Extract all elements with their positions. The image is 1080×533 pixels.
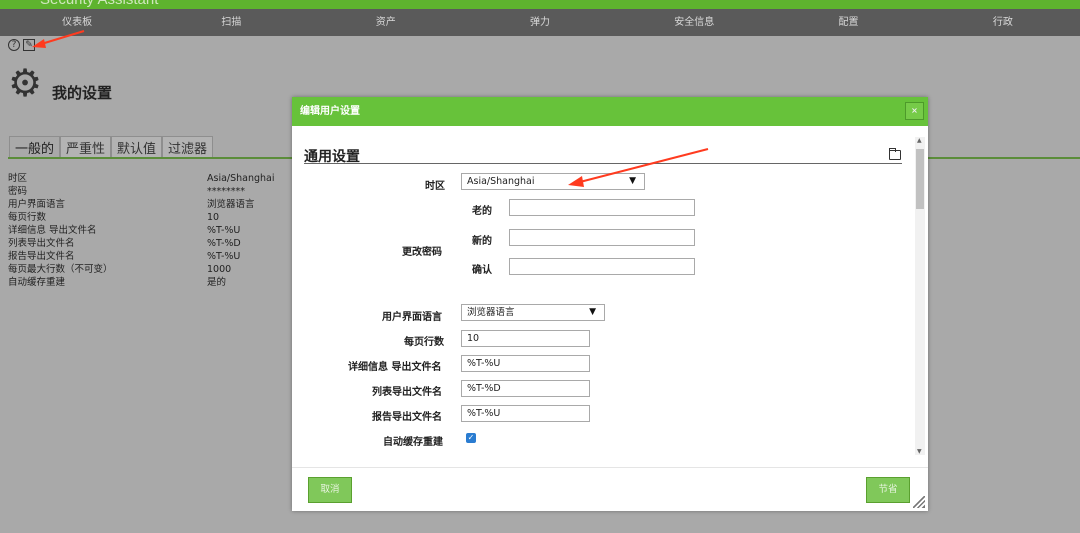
rows-per-page-label: 每页行数: [404, 337, 444, 348]
old-password-label: 老的: [472, 206, 492, 217]
dialog-header: 编辑用户设置 ×: [292, 97, 928, 126]
nav-item-dashboard[interactable]: 仪表板: [0, 9, 154, 36]
main-nav: 仪表板 扫描 资产 弹力 安全信息 配置 行政: [0, 9, 1080, 36]
setting-value: 是的: [207, 277, 227, 288]
setting-value: ********: [207, 186, 245, 197]
timezone-label: 时区: [425, 181, 445, 192]
close-button[interactable]: ×: [905, 102, 924, 120]
brand-name: Security Assistant: [40, 0, 158, 8]
settings-row: 列表导出文件名 %T-%D: [8, 237, 288, 250]
list-export-label: 列表导出文件名: [372, 387, 442, 398]
ui-language-select[interactable]: 浏览器语言 ▼: [461, 304, 605, 321]
auto-cache-label: 自动缓存重建: [383, 437, 443, 448]
dialog-footer: 取消 节省: [292, 467, 928, 511]
tab-severity[interactable]: 严重性: [60, 136, 112, 157]
setting-key: 每页行数: [8, 212, 47, 223]
resize-handle-icon[interactable]: [913, 496, 925, 508]
settings-gear-icon: ⚙: [8, 61, 43, 105]
change-password-label: 更改密码: [402, 247, 442, 258]
setting-key: 自动缓存重建: [8, 277, 66, 288]
nav-item-secinfo[interactable]: 安全信息: [617, 9, 771, 36]
timezone-select[interactable]: Asia/Shanghai ▼: [461, 173, 645, 190]
rows-per-page-input[interactable]: 10: [461, 330, 590, 347]
page-title: 我的设置: [52, 84, 113, 102]
top-band: Security Assistant: [0, 0, 1080, 9]
new-password-label: 新的: [472, 236, 492, 247]
settings-row: 密码 ********: [8, 185, 288, 198]
scroll-down-icon[interactable]: ▼: [917, 448, 922, 455]
old-password-input[interactable]: [509, 199, 695, 216]
edit-icon[interactable]: ✎: [23, 39, 35, 51]
tab-filters[interactable]: 过滤器: [162, 136, 214, 157]
save-button[interactable]: 节省: [866, 477, 910, 503]
settings-row: 用户界面语言 浏览器语言: [8, 198, 288, 211]
setting-value: %T-%U: [207, 225, 241, 236]
details-export-label: 详细信息 导出文件名: [348, 362, 442, 373]
settings-row: 每页行数 10: [8, 211, 288, 224]
auto-cache-checkbox[interactable]: ✓: [466, 433, 476, 443]
dialog-scrollbar[interactable]: ▲ ▼: [915, 137, 925, 455]
ui-language-label: 用户界面语言: [382, 312, 442, 323]
settings-row: 自动缓存重建 是的: [8, 276, 288, 289]
setting-key: 列表导出文件名: [8, 238, 75, 249]
list-export-input[interactable]: %T-%D: [461, 380, 590, 397]
settings-row: 报告导出文件名 %T-%U: [8, 250, 288, 263]
setting-value: %T-%U: [207, 251, 241, 262]
report-export-label: 报告导出文件名: [372, 412, 442, 423]
scroll-up-icon[interactable]: ▲: [917, 137, 922, 144]
tab-defaults[interactable]: 默认值: [111, 136, 163, 157]
scroll-thumb[interactable]: [916, 149, 924, 209]
section-divider: [304, 163, 902, 164]
setting-key: 每页最大行数（不可变）: [8, 264, 113, 275]
help-icon[interactable]: ?: [8, 39, 20, 51]
settings-tabs: 一般的 严重性 默认值 过滤器: [9, 136, 214, 157]
page-toolbar: ? ✎: [8, 39, 35, 51]
timezone-value: Asia/Shanghai: [467, 176, 535, 187]
setting-value: 浏览器语言: [207, 199, 255, 210]
nav-item-scans[interactable]: 扫描: [154, 9, 308, 36]
setting-value: 10: [207, 212, 220, 223]
chevron-down-icon: ▼: [589, 307, 596, 317]
setting-key: 密码: [8, 186, 28, 197]
nav-item-assets[interactable]: 资产: [309, 9, 463, 36]
settings-list: 时区 Asia/Shanghai 密码 ******** 用户界面语言 浏览器语言 每…: [8, 172, 288, 289]
chevron-down-icon: ▼: [629, 176, 636, 186]
confirm-password-label: 确认: [472, 265, 492, 276]
tab-general[interactable]: 一般的: [9, 136, 61, 157]
dialog-content[interactable]: 通用设置 时区 Asia/Shanghai ▼ 更改密码 老的 新的 确认 用户…: [292, 126, 912, 467]
new-password-input[interactable]: [509, 229, 695, 246]
setting-value: Asia/Shanghai: [207, 173, 275, 184]
ui-language-value: 浏览器语言: [467, 307, 515, 318]
setting-key: 详细信息 导出文件名: [8, 225, 97, 236]
setting-key: 时区: [8, 173, 28, 184]
settings-row: 详细信息 导出文件名 %T-%U: [8, 224, 288, 237]
settings-row: 时区 Asia/Shanghai: [8, 172, 288, 185]
folder-icon[interactable]: [889, 148, 901, 160]
setting-key: 用户界面语言: [8, 199, 66, 210]
cancel-button[interactable]: 取消: [308, 477, 352, 503]
details-export-input[interactable]: %T-%U: [461, 355, 590, 372]
setting-key: 报告导出文件名: [8, 251, 75, 262]
report-export-input[interactable]: %T-%U: [461, 405, 590, 422]
nav-item-resilience[interactable]: 弹力: [463, 9, 617, 36]
setting-value: %T-%D: [207, 238, 241, 249]
edit-user-settings-dialog: 编辑用户设置 × 通用设置 时区 Asia/Shanghai ▼ 更改密码 老的…: [292, 97, 928, 511]
setting-value: 1000: [207, 264, 232, 275]
dialog-title: 编辑用户设置: [300, 106, 360, 117]
confirm-password-input[interactable]: [509, 258, 695, 275]
nav-item-administration[interactable]: 行政: [926, 9, 1080, 36]
nav-item-configuration[interactable]: 配置: [771, 9, 925, 36]
settings-row: 每页最大行数（不可变） 1000: [8, 263, 288, 276]
